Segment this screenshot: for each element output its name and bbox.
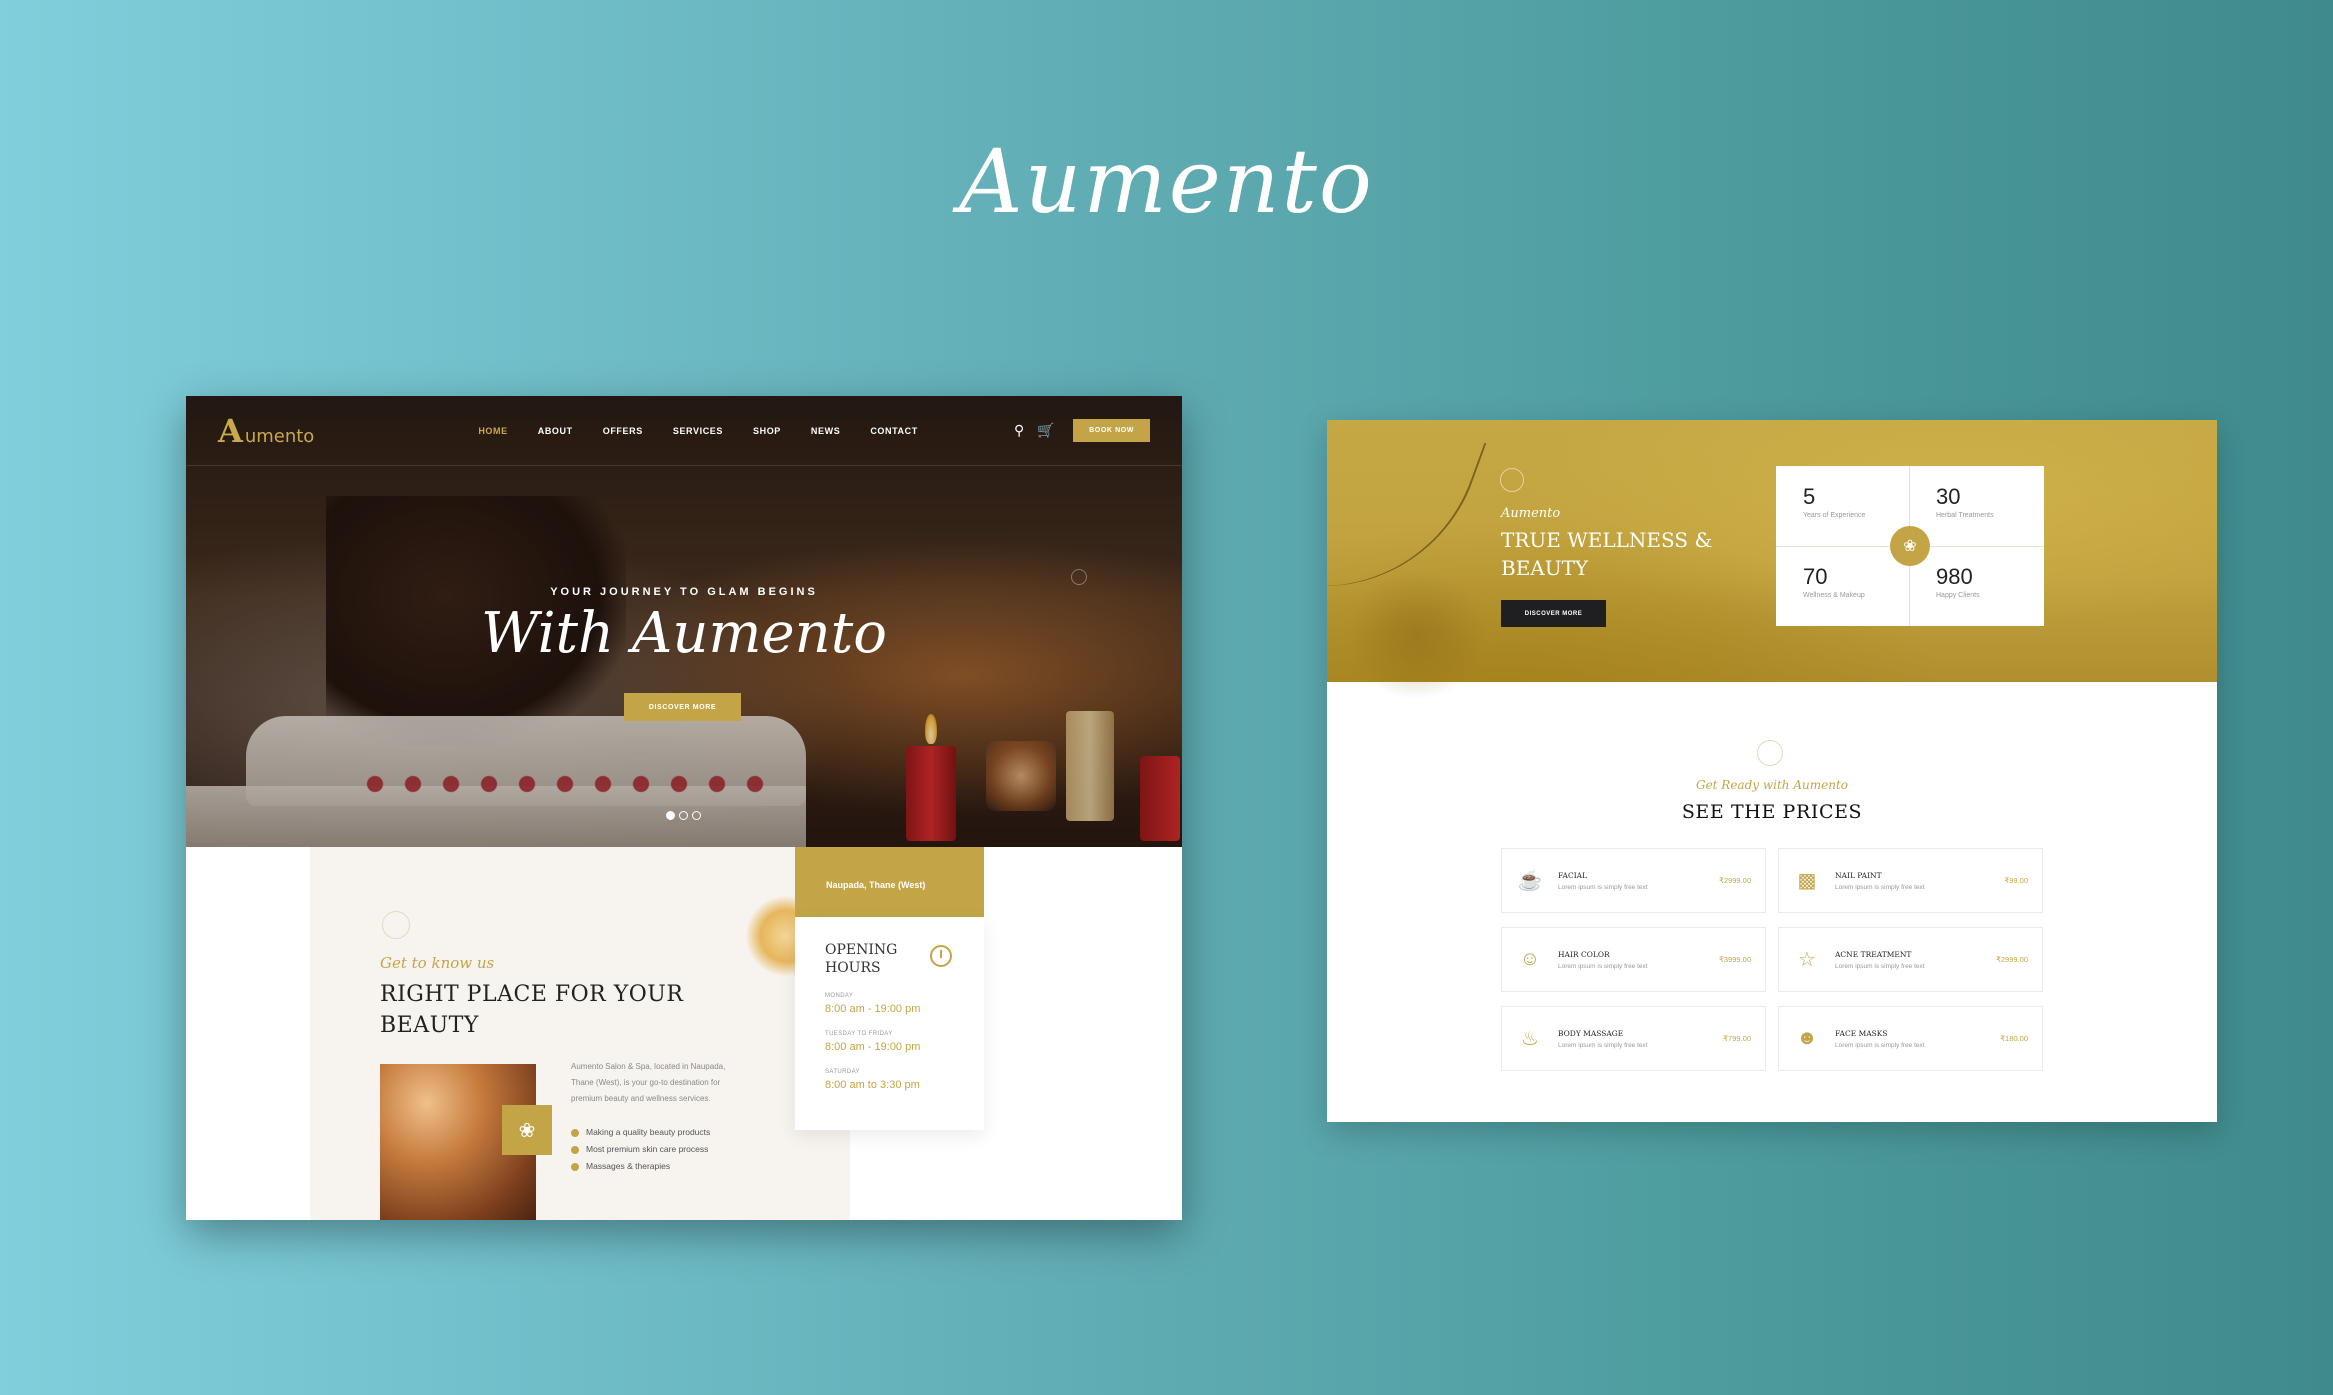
cart-icon[interactable]: 🛒 <box>1037 422 1054 439</box>
slider-dot[interactable] <box>692 811 701 820</box>
list-item: Massages & therapies <box>571 1158 710 1175</box>
list-item: Most premium skin care process <box>571 1141 710 1158</box>
lotus-badge-icon: ❀ <box>502 1105 552 1155</box>
check-icon <box>571 1162 579 1171</box>
prices-kicker: Get Ready with Aumento <box>1695 778 1848 792</box>
hero-section: A umento HOME ABOUT OFFERS SERVICES SHOP… <box>186 396 1182 847</box>
slider-dot[interactable] <box>679 811 688 820</box>
lotus-emblem-icon <box>1757 740 1783 766</box>
prices-title: SEE THE PRICES <box>1681 801 1863 823</box>
lotus-seal-icon: ❀ <box>1890 526 1930 566</box>
nav-item-news[interactable]: NEWS <box>811 426 840 436</box>
hero-discover-button[interactable]: DISCOVER MORE <box>624 693 741 721</box>
hours-location: Naupada, Thane (West) <box>795 847 984 917</box>
clock-icon <box>930 945 952 967</box>
nav-tools: ⚲ 🛒 BOOK NOW <box>1011 419 1150 442</box>
list-item: Making a quality beauty products <box>571 1124 710 1141</box>
slider-dot[interactable] <box>666 811 675 820</box>
book-now-button[interactable]: BOOK NOW <box>1073 419 1150 442</box>
stat-item: 30 Herbal Treatments <box>1936 484 1994 519</box>
slider-control-icon[interactable] <box>1071 569 1087 585</box>
about-feature-list: Making a quality beauty products Most pr… <box>571 1124 710 1175</box>
price-card[interactable]: ♨ BODY MASSAGE Lorem ipsum is simply fre… <box>1501 1006 1766 1071</box>
top-navigation: A umento HOME ABOUT OFFERS SERVICES SHOP… <box>186 396 1182 466</box>
massage-icon: ♨ <box>1521 1028 1539 1050</box>
price-card[interactable]: ☆ ACNE TREATMENT Lorem ipsum is simply f… <box>1778 927 2043 992</box>
check-icon <box>571 1128 579 1137</box>
about-title: RIGHT PLACE FOR YOUR BEAUTY <box>380 982 684 1038</box>
bowl-icon: ☕ <box>1517 870 1543 892</box>
stats-panel: 5 Years of Experience 30 Herbal Treatmen… <box>1776 466 2044 626</box>
brand-title: Aumento <box>959 130 1374 233</box>
banner-title: TRUE WELLNESS & BEAUTY <box>1501 528 1713 580</box>
search-icon[interactable]: ⚲ <box>1011 422 1027 439</box>
leaf-decoration <box>1347 570 1487 700</box>
banner-kicker: Aumento <box>1501 506 1561 521</box>
nail-polish-icon: ▩ <box>1797 870 1817 892</box>
nav-item-about[interactable]: ABOUT <box>538 426 573 436</box>
stat-item: 5 Years of Experience <box>1803 484 1866 519</box>
homepage-mockup: A umento HOME ABOUT OFFERS SERVICES SHOP… <box>186 396 1182 1220</box>
hero-kicker: YOUR JOURNEY TO GLAM BEGINS <box>550 586 818 598</box>
price-card[interactable]: ☺ HAIR COLOR Lorem ipsum is simply free … <box>1501 927 1766 992</box>
price-card[interactable]: ☕ FACIAL Lorem ipsum is simply free text… <box>1501 848 1766 913</box>
lotus-emblem-icon <box>1500 468 1524 492</box>
opening-hours-card: OPENING HOURS MONDAY 8:00 am - 19:00 pm … <box>795 917 984 1130</box>
site-logo[interactable]: A umento <box>218 412 314 450</box>
about-text: Aumento Salon & Spa, located in Naupada,… <box>571 1062 726 1103</box>
banner-discover-button[interactable]: DISCOVER MORE <box>1501 600 1606 627</box>
nav-item-contact[interactable]: CONTACT <box>870 426 918 436</box>
price-card[interactable]: ▩ NAIL PAINT Lorem ipsum is simply free … <box>1778 848 2043 913</box>
wellness-banner: Aumento TRUE WELLNESS & BEAUTY DISCOVER … <box>1327 420 2217 700</box>
price-card[interactable]: ☻ FACE MASKS Lorem ipsum is simply free … <box>1778 1006 2043 1071</box>
prices-page-mockup: Aumento TRUE WELLNESS & BEAUTY DISCOVER … <box>1327 420 2217 1122</box>
nav-item-shop[interactable]: SHOP <box>753 426 781 436</box>
about-kicker: Get to know us <box>380 954 495 972</box>
hours-title: OPENING HOURS <box>825 942 898 976</box>
check-icon <box>571 1145 579 1154</box>
hero-title: With Aumento <box>481 601 887 666</box>
stat-item: 980 Happy Clients <box>1936 564 1980 599</box>
hours-row: SATURDAY 8:00 am to 3:30 pm <box>825 1069 920 1091</box>
hair-dye-icon: ☺ <box>1519 948 1541 970</box>
hours-row: MONDAY 8:00 am - 19:00 pm <box>825 993 921 1015</box>
nav-item-home[interactable]: HOME <box>478 426 507 436</box>
stat-item: 70 Wellness & Makeup <box>1803 564 1865 599</box>
slider-dots <box>666 811 701 820</box>
nav-item-offers[interactable]: OFFERS <box>603 426 643 436</box>
hours-row: TUESDAY TO FRIDAY 8:00 am - 19:00 pm <box>825 1031 921 1053</box>
logo-text: umento <box>244 425 315 447</box>
face-mask-icon: ☻ <box>1796 1027 1818 1049</box>
treatment-icon: ☆ <box>1798 949 1816 971</box>
nav-item-services[interactable]: SERVICES <box>673 426 723 436</box>
nav-menu: HOME ABOUT OFFERS SERVICES SHOP NEWS CON… <box>478 426 918 436</box>
lotus-emblem-icon <box>382 911 410 939</box>
